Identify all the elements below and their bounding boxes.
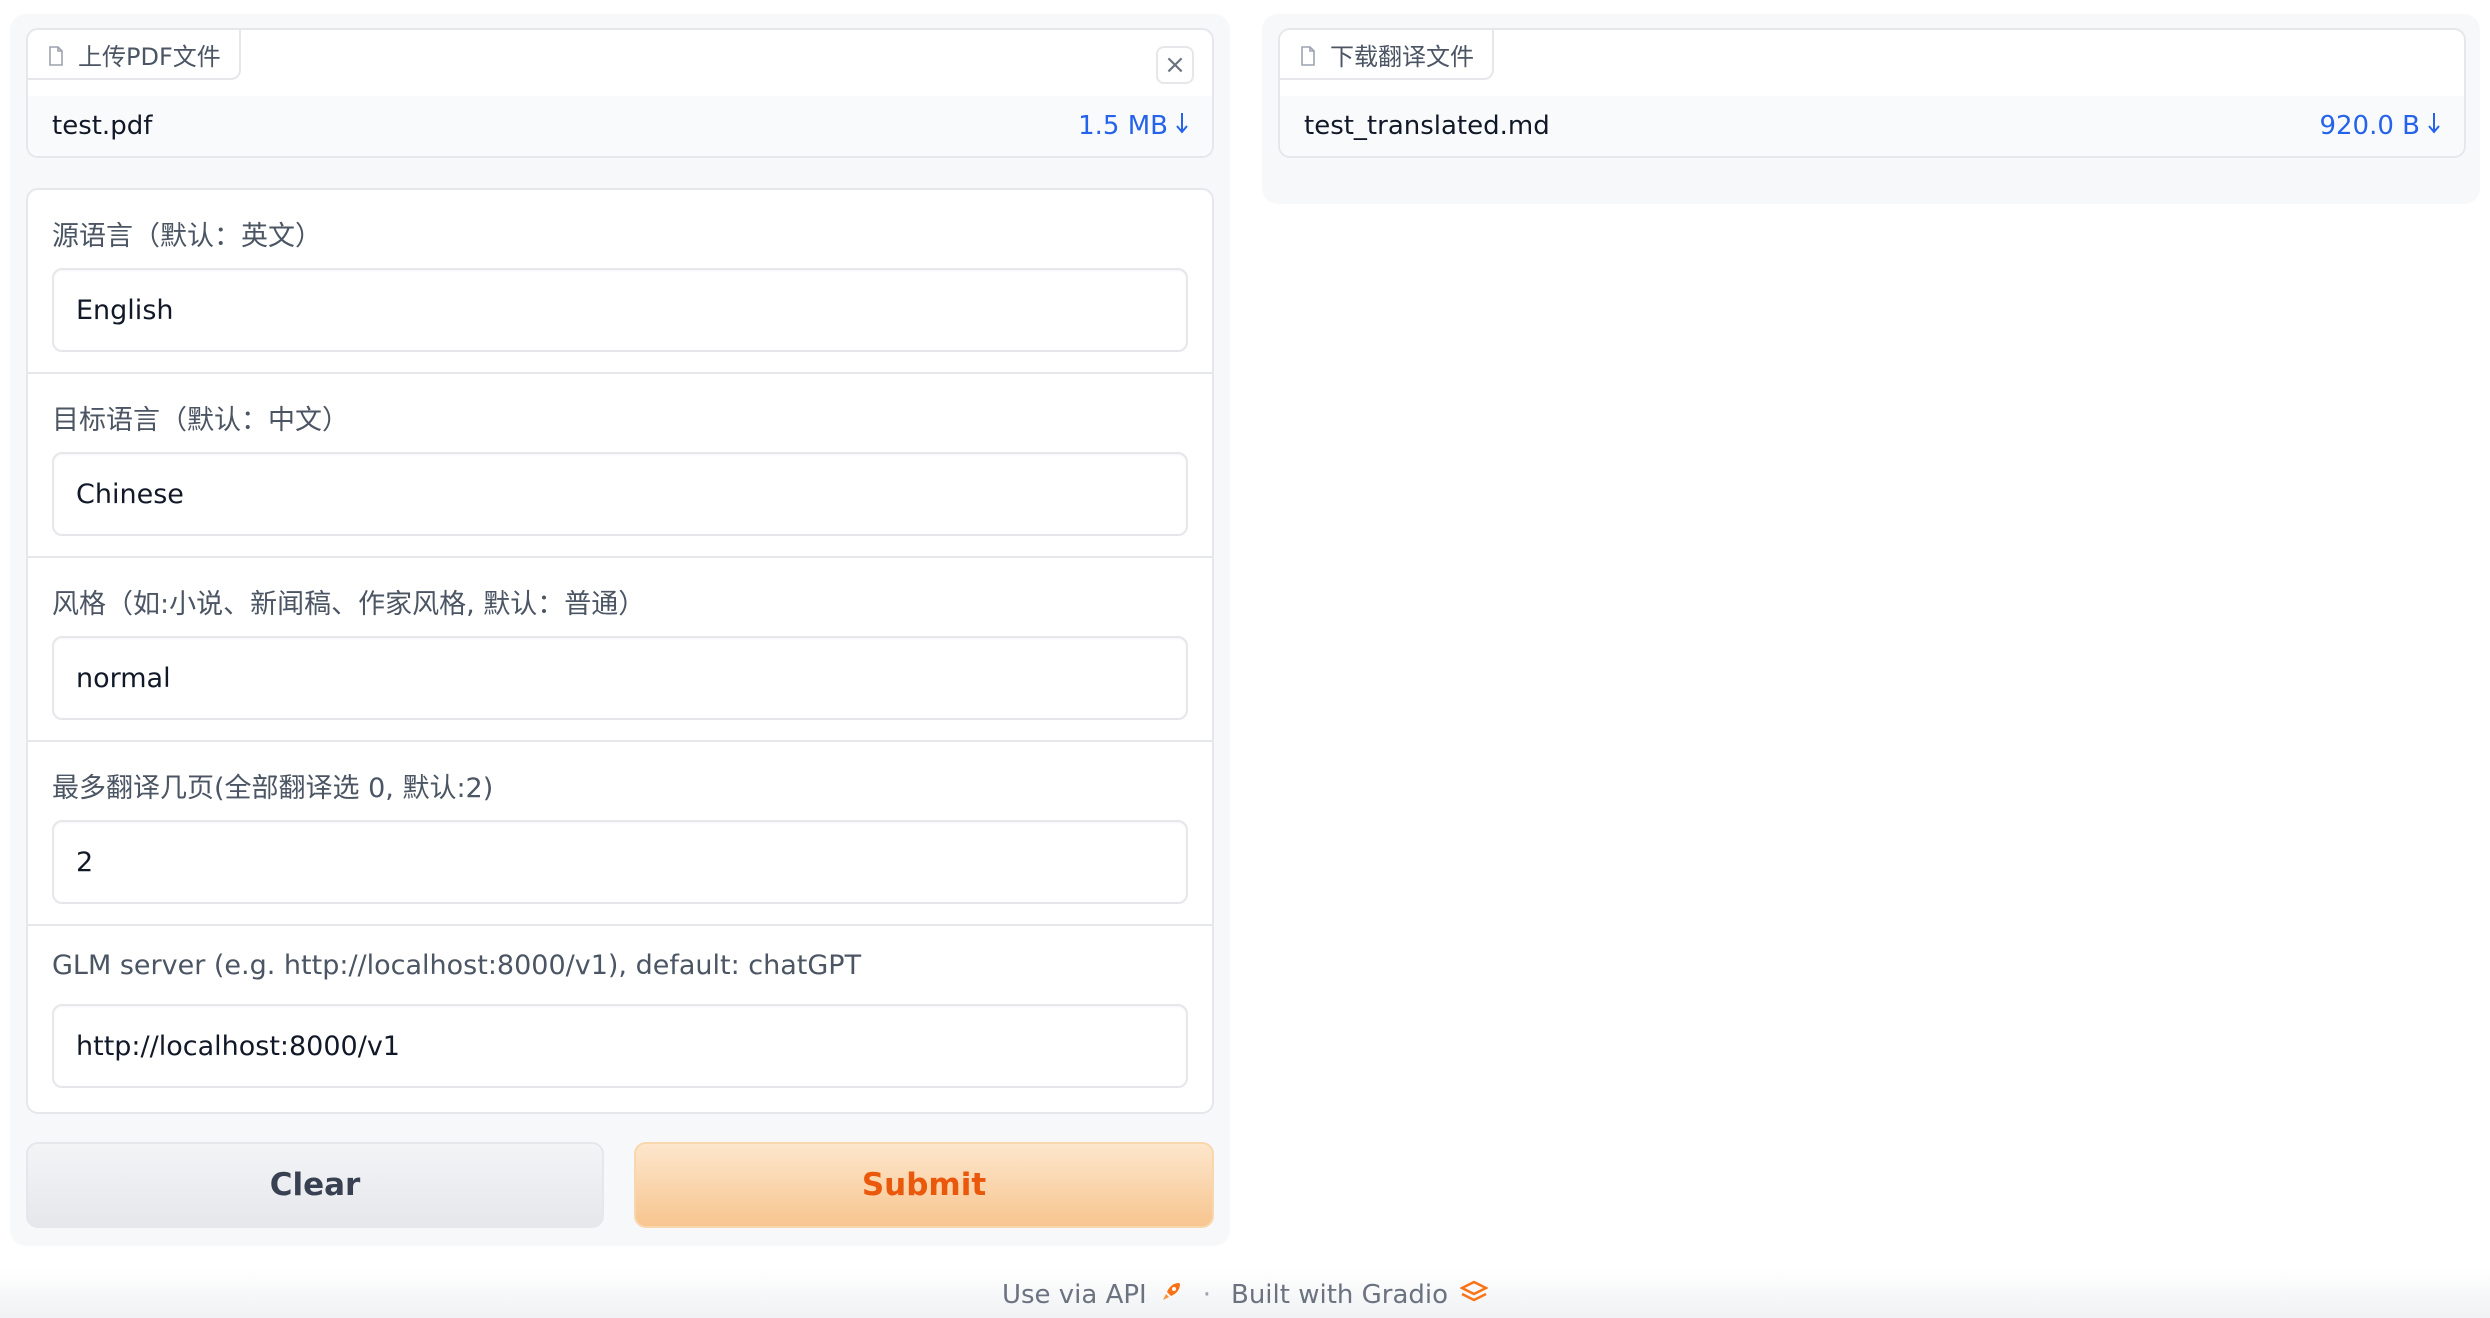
upload-tab: 上传PDF文件 bbox=[28, 30, 241, 80]
close-icon: × bbox=[1164, 50, 1186, 80]
download-tab: 下载翻译文件 bbox=[1280, 30, 1494, 80]
clear-file-button[interactable]: × bbox=[1156, 46, 1194, 84]
glm-server-label: GLM server (e.g. http://localhost:8000/v… bbox=[52, 950, 862, 981]
download-arrow-icon bbox=[1176, 111, 1188, 141]
uploaded-file-size: 1.5 MB bbox=[1078, 111, 1168, 141]
clear-button[interactable]: Clear bbox=[26, 1142, 604, 1228]
style-block: 风格（如:小说、新闻稿、作家风格, 默认：普通） normal bbox=[28, 558, 1212, 742]
target-language-label: 目标语言（默认：中文） bbox=[52, 405, 349, 436]
uploaded-file-row: test.pdf 1.5 MB bbox=[28, 96, 1212, 156]
source-language-input[interactable]: English bbox=[52, 268, 1188, 352]
max-pages-input[interactable]: 2 bbox=[52, 820, 1188, 904]
rocket-icon bbox=[1159, 1280, 1183, 1311]
translated-file-download-link[interactable]: 920.0 B bbox=[2319, 111, 2440, 141]
translated-file-size: 920.0 B bbox=[2319, 111, 2420, 141]
translated-file-row: test_translated.md 920.0 B bbox=[1280, 96, 2464, 156]
download-arrow-icon bbox=[2428, 111, 2440, 141]
file-icon bbox=[48, 44, 64, 66]
target-language-block: 目标语言（默认：中文） Chinese bbox=[28, 374, 1212, 558]
gradio-logo-icon bbox=[1459, 1280, 1489, 1311]
built-with-gradio-label: Built with Gradio bbox=[1230, 1280, 1449, 1310]
glm-server-block: GLM server (e.g. http://localhost:8000/v… bbox=[28, 926, 1212, 1110]
file-icon bbox=[1300, 44, 1316, 66]
max-pages-label: 最多翻译几页(全部翻译选 0, 默认:2) bbox=[52, 773, 494, 804]
style-input[interactable]: normal bbox=[52, 636, 1188, 720]
uploaded-file-download-link[interactable]: 1.5 MB bbox=[1078, 111, 1188, 141]
translated-file-name: test_translated.md bbox=[1304, 111, 1550, 141]
settings-form: 源语言（默认：英文） English 目标语言（默认：中文） Chinese 风… bbox=[26, 188, 1214, 1114]
target-language-input[interactable]: Chinese bbox=[52, 452, 1188, 536]
footer-separator: · bbox=[1202, 1280, 1211, 1310]
footer: Use via API · Built with Gradio bbox=[0, 1272, 2490, 1318]
built-with-gradio-link[interactable]: Built with Gradio bbox=[1230, 1280, 1489, 1311]
source-language-label: 源语言（默认：英文） bbox=[52, 221, 322, 252]
use-via-api-label: Use via API bbox=[1001, 1280, 1147, 1310]
uploaded-file-name: test.pdf bbox=[52, 111, 153, 141]
source-language-block: 源语言（默认：英文） English bbox=[28, 190, 1212, 374]
glm-server-input[interactable]: http://localhost:8000/v1 bbox=[52, 1004, 1188, 1088]
style-label: 风格（如:小说、新闻稿、作家风格, 默认：普通） bbox=[52, 589, 646, 620]
upload-tab-label: 上传PDF文件 bbox=[78, 42, 221, 71]
download-file-panel[interactable]: 下载翻译文件 test_translated.md 920.0 B bbox=[1278, 28, 2466, 158]
download-tab-label: 下载翻译文件 bbox=[1330, 42, 1474, 71]
max-pages-block: 最多翻译几页(全部翻译选 0, 默认:2) 2 bbox=[28, 742, 1212, 926]
submit-button[interactable]: Submit bbox=[634, 1142, 1214, 1228]
upload-file-panel[interactable]: 上传PDF文件 × test.pdf 1.5 MB bbox=[26, 28, 1214, 158]
use-via-api-link[interactable]: Use via API bbox=[1002, 1280, 1183, 1311]
